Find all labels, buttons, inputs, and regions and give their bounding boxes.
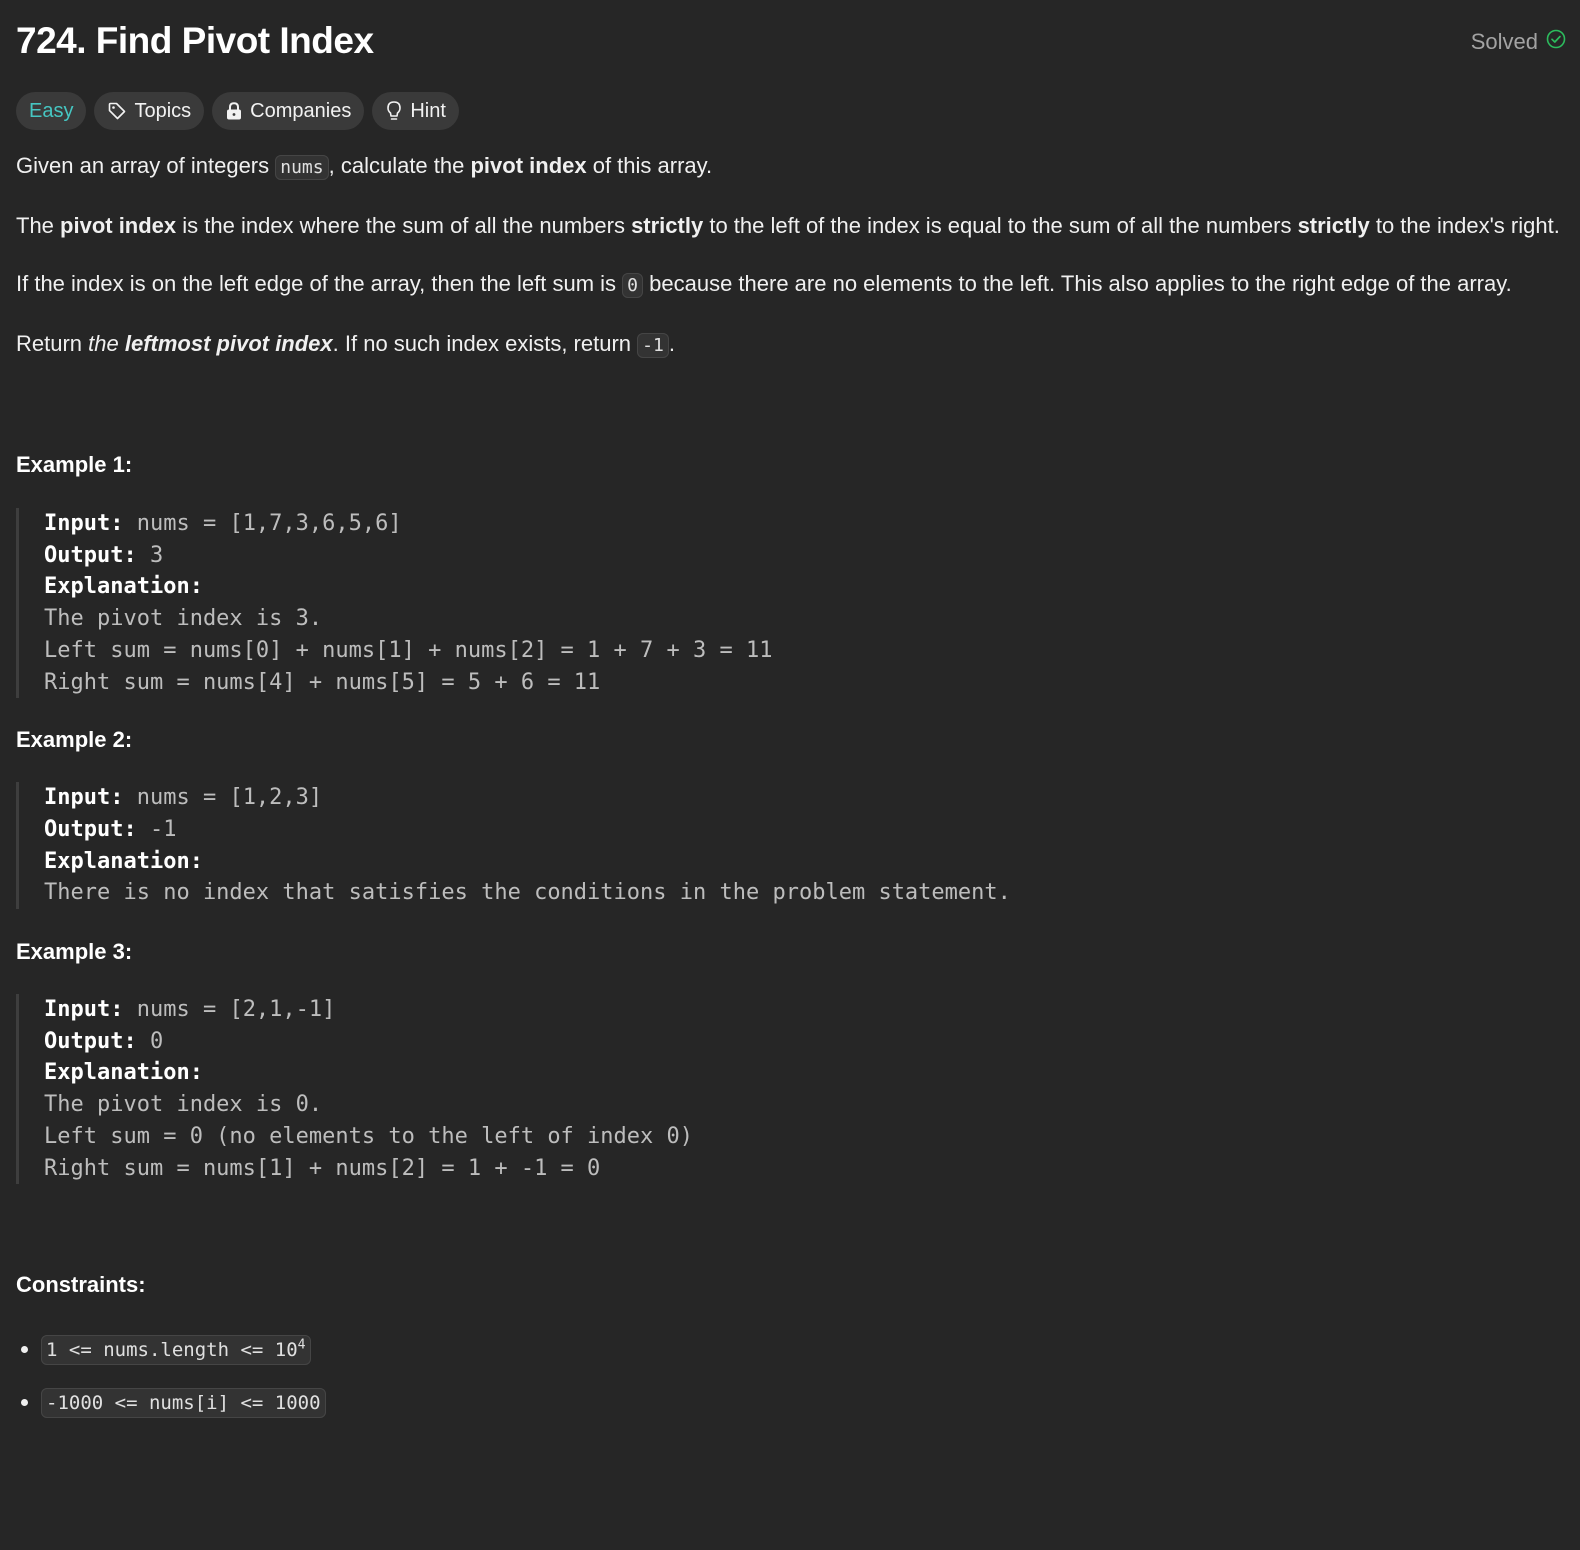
output-value: -1 [136,816,177,842]
topics-tag[interactable]: Topics [94,92,205,130]
tag-row: Easy Topics Companies Hint [16,92,1566,130]
input-value: nums = [1,7,3,6,5,6] [123,511,402,536]
bold-text: pivot index [470,153,587,178]
lightbulb-icon [385,100,403,122]
difficulty-label: Easy [29,99,74,122]
text: . If no such index exists, return [332,331,638,356]
explanation-line: Right sum = nums[1] + nums[2] = 1 + -1 =… [44,1155,601,1181]
difficulty-tag[interactable]: Easy [16,92,87,130]
description-paragraph-1: Given an array of integers nums, calcula… [16,149,1566,185]
output-value: 0 [136,1028,164,1054]
constraints-list: 1 <= nums.length <= 104 -1000 <= nums[i]… [16,1330,1566,1418]
solved-label: Solved [1470,29,1538,54]
hint-label: Hint [410,99,446,122]
inline-code: 0 [622,273,644,298]
text: If the index is on the left edge of the … [16,271,623,296]
hint-tag[interactable]: Hint [372,92,459,130]
example-input-line: Input: nums = [1,7,3,6,5,6] [44,508,1566,540]
input-label: Input: [44,785,124,811]
text: Return [16,331,89,356]
example-input-line: Input: nums = [2,1,-1] [44,994,1566,1026]
input-label: Input: [44,997,124,1023]
example-output-line: Output: -1 [44,814,1566,846]
companies-label: Companies [250,99,352,122]
explanation-line: The pivot index is 3. [44,606,323,632]
text: because there are no elements to the lef… [643,271,1512,296]
example-3-block: Input: nums = [2,1,-1] Output: 0 Explanati… [16,994,1566,1185]
text: Given an array of integers [16,153,276,178]
text: is the index where the sum of all the nu… [176,213,632,238]
example-output-line: Output: 3 [44,540,1566,572]
tag-icon [107,101,127,121]
example-output-line: Output: 0 [44,1026,1566,1058]
explanation-line: Right sum = nums[4] + nums[5] = 5 + 6 = … [44,669,601,695]
output-label: Output: [44,816,137,842]
text: to the index's right. [1369,213,1560,238]
example-2-block: Input: nums = [1,2,3] Output: -1 Explanati… [16,782,1566,910]
explanation-line: The pivot index is 0. [44,1092,323,1118]
constraint-item: 1 <= nums.length <= 104 [41,1330,1566,1365]
italic-text: the [88,331,125,356]
problem-description: 724. Find Pivot Index Solved Easy Topics [16,0,1566,1418]
constraint-code: 1 <= nums.length <= 104 [41,1334,311,1365]
text: to the left of the index is equal to the… [703,213,1298,238]
description-paragraph-4: Return the leftmost pivot index. If no s… [16,327,1566,363]
output-label: Output: [44,542,137,568]
explanation-label: Explanation: [44,848,203,874]
example-input-line: Input: nums = [1,2,3] [44,782,1566,814]
constraints-title: Constraints: [16,1272,146,1298]
explanation-line: Left sum = nums[0] + nums[1] + nums[2] =… [44,637,773,663]
text: of this array. [586,153,713,178]
description-paragraph-2: The pivot index is the index where the s… [16,209,1566,243]
exponent: 4 [297,1337,306,1353]
explanation-label: Explanation: [44,574,203,600]
explanation-line: There is no index that satisfies the con… [44,880,1011,906]
input-label: Input: [44,511,124,536]
explanation-label: Explanation: [44,1060,203,1086]
companies-tag[interactable]: Companies [212,92,365,130]
inline-code: -1 [637,333,669,358]
solved-status: Solved [1471,29,1566,55]
bold-italic-text: leftmost pivot index [124,331,333,356]
example-2-title: Example 2: [16,727,133,753]
text: , calculate the [328,153,471,178]
text: . [668,331,675,356]
topics-label: Topics [134,99,192,122]
constraint-text: 1 <= nums.length <= 10 [46,1338,298,1361]
input-value: nums = [1,2,3] [123,785,323,811]
problem-title[interactable]: 724. Find Pivot Index [16,20,374,62]
bold-text: strictly [631,213,704,238]
title-row: 724. Find Pivot Index Solved [16,0,1566,84]
inline-code: nums [275,155,329,180]
example-1-block: Input: nums = [1,7,3,6,5,6] Output: 3 Expl… [16,508,1566,699]
constraint-item: -1000 <= nums[i] <= 1000 [41,1387,1566,1418]
description-paragraph-3: If the index is on the left edge of the … [16,267,1566,303]
example-1-title: Example 1: [16,452,133,477]
example-3-title: Example 3: [16,939,133,965]
bold-text: strictly [1297,213,1370,238]
output-label: Output: [44,1028,137,1054]
text: The [16,213,61,238]
check-circle-icon [1546,29,1566,55]
bold-text: pivot index [60,213,177,238]
input-value: nums = [2,1,-1] [123,997,336,1023]
constraint-code: -1000 <= nums[i] <= 1000 [41,1387,326,1418]
lock-icon [225,101,243,121]
explanation-line: Left sum = 0 (no elements to the left of… [44,1123,694,1149]
output-value: 3 [136,542,164,568]
